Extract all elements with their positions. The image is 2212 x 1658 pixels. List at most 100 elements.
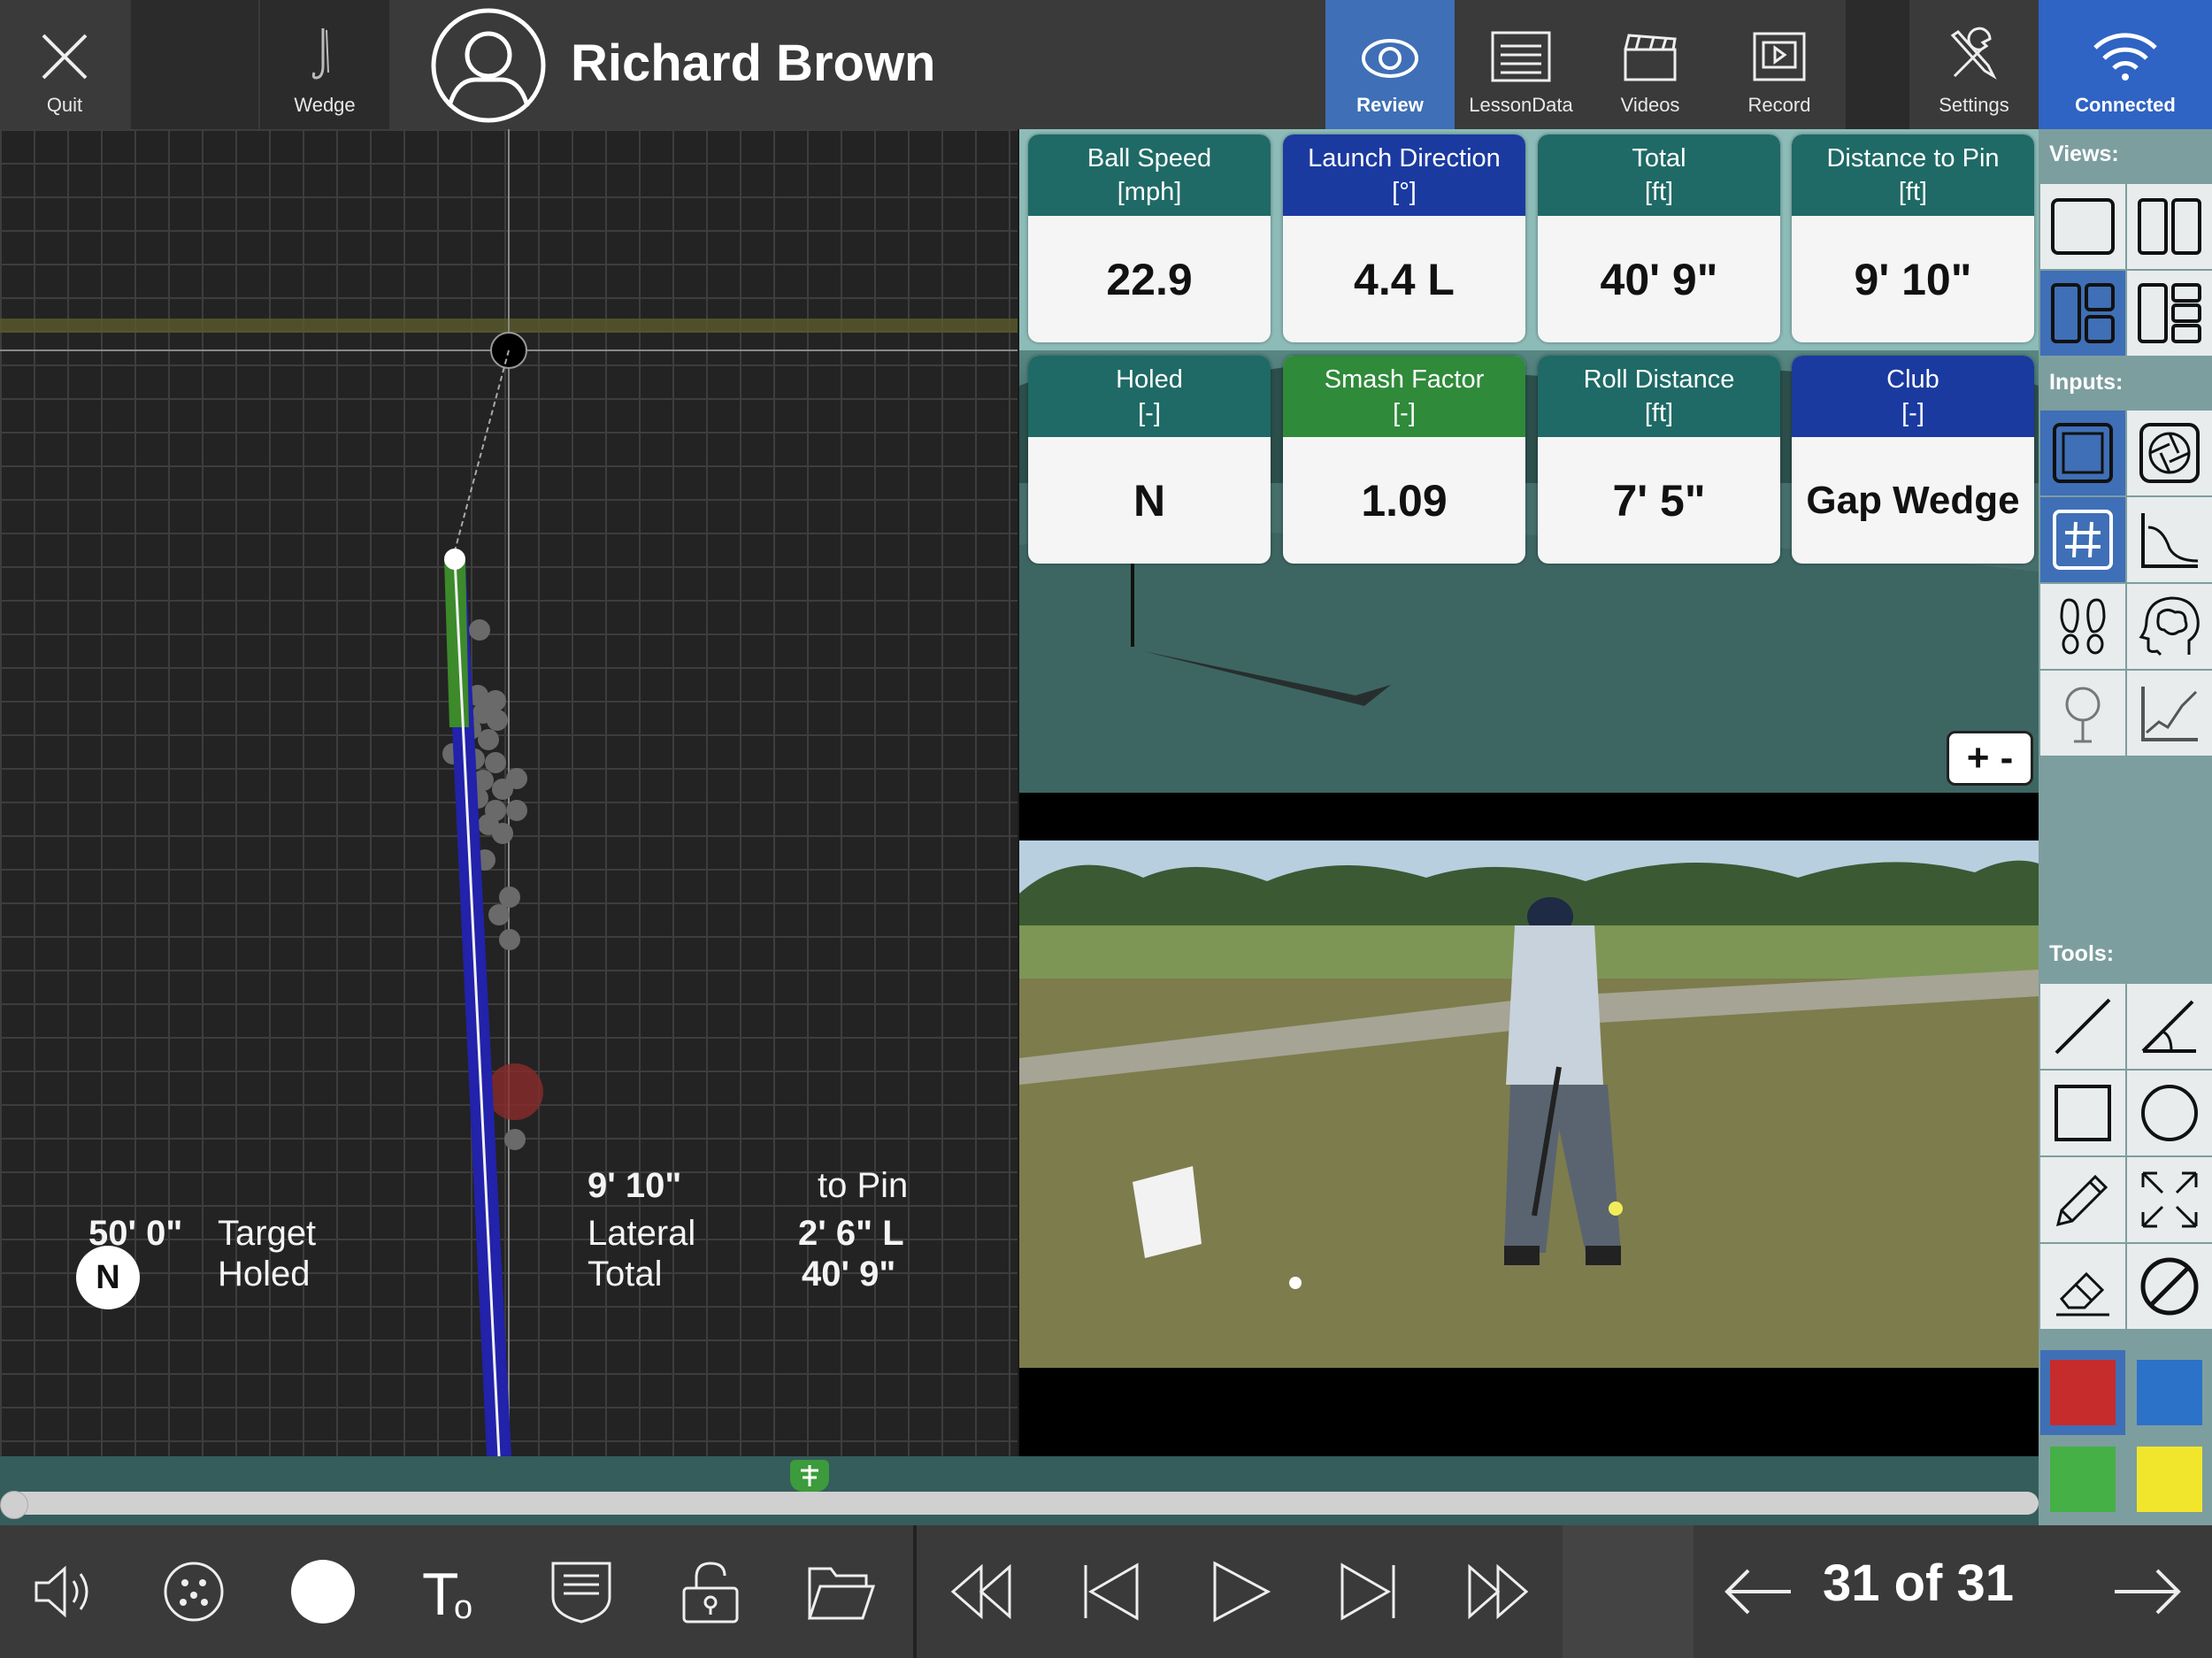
input-grid-button[interactable]: [2040, 497, 2125, 582]
tools-title: Tools:: [2049, 941, 2115, 966]
golf-ball-icon: [164, 1562, 224, 1622]
timeline-scrubber[interactable]: [7, 1492, 2039, 1515]
audio-button[interactable]: [0, 1525, 129, 1658]
single-view-icon: [2051, 198, 2115, 255]
metric-unit: [-]: [1138, 399, 1161, 427]
metric-unit: [-]: [1393, 399, 1416, 427]
metric-name: Launch Direction: [1308, 144, 1501, 173]
club-button[interactable]: Wedge: [260, 0, 389, 129]
tool-circle-button[interactable]: [2127, 1071, 2212, 1155]
input-footprint-button[interactable]: [2040, 584, 2125, 669]
play-button[interactable]: [1175, 1525, 1304, 1658]
input-curve-button[interactable]: [2127, 497, 2212, 582]
to-pin-value: 9' 10": [588, 1166, 682, 1205]
eye-icon: [1362, 39, 1418, 78]
fast-rewind-button[interactable]: [917, 1525, 1046, 1658]
review-button[interactable]: Review: [1325, 0, 1455, 129]
tool-clear-button[interactable]: [2127, 1244, 2212, 1329]
view-single-button[interactable]: [2040, 184, 2125, 269]
tool-rectangle-button[interactable]: [2040, 1071, 2125, 1155]
inputs-title: Inputs:: [2049, 370, 2124, 395]
color-swatch-green-cell[interactable]: [2040, 1437, 2125, 1522]
color-swatch-yellow-cell[interactable]: [2127, 1437, 2212, 1522]
avatar[interactable]: [430, 7, 547, 124]
text-size-button[interactable]: To: [388, 1525, 517, 1658]
metric-tile[interactable]: Club [-] Gap Wedge: [1792, 356, 2034, 564]
fast-forward-button[interactable]: [1433, 1525, 1563, 1658]
input-camera-frame-button[interactable]: [2040, 411, 2125, 495]
document-icon: [1491, 31, 1551, 82]
metric-tile[interactable]: Holed [-] N: [1028, 356, 1271, 564]
metric-value: 9' 10": [1854, 254, 1972, 304]
view-four-right-button[interactable]: [2127, 271, 2212, 356]
metric-name: Ball Speed: [1087, 144, 1212, 173]
lateral-label: Lateral: [588, 1214, 696, 1253]
metric-unit: [mph]: [1117, 178, 1182, 206]
input-camera-button[interactable]: [2127, 411, 2212, 495]
notes-button[interactable]: [517, 1525, 646, 1658]
color-swatch-green: [2050, 1447, 2116, 1512]
timeline-bar: [0, 1456, 2039, 1525]
holed-badge: N: [76, 1246, 140, 1309]
expand-arrows-icon: [2141, 1171, 2198, 1228]
input-chart-button[interactable]: [2127, 671, 2212, 756]
shot-tracer-grid[interactable]: 50' 0" Target N Holed 9' 10" to Pin Late…: [0, 129, 1018, 1456]
metric-value: 7' 5": [1612, 475, 1706, 526]
hole-zone: [487, 1063, 543, 1120]
metric-value: 40' 9": [1600, 254, 1718, 304]
input-club-button[interactable]: [2040, 671, 2125, 756]
tool-expand-button[interactable]: [2127, 1157, 2212, 1242]
skip-forward-icon: [1340, 1562, 1395, 1621]
view-three-left-button[interactable]: [2040, 271, 2125, 356]
metric-tile[interactable]: Roll Distance [ft] 7' 5": [1538, 356, 1780, 564]
shot-counter: 31 of 31: [1823, 1554, 2014, 1612]
metric-tile[interactable]: Total [ft] 40' 9": [1538, 134, 1780, 342]
step-forward-button[interactable]: [1304, 1525, 1433, 1658]
metric-tile-header: Total [ft]: [1538, 134, 1780, 216]
view-split-button[interactable]: [2127, 184, 2212, 269]
lock-button[interactable]: [646, 1525, 775, 1658]
wedge-club-icon: [311, 28, 329, 80]
step-back-button[interactable]: [1046, 1525, 1175, 1658]
settings-button[interactable]: Settings: [1909, 0, 2039, 129]
quit-button[interactable]: Quit: [0, 0, 129, 129]
quit-label: Quit: [46, 94, 83, 116]
color-swatch-red-cell[interactable]: [2040, 1350, 2125, 1435]
connection-button[interactable]: Connected: [2039, 0, 2212, 129]
marker-flag-icon: [801, 1465, 818, 1486]
videos-button[interactable]: Videos: [1586, 0, 1715, 129]
blank-toolbar-slot-2: [1846, 0, 1909, 129]
ball-marker: [444, 549, 465, 570]
metric-unit: [ft]: [1644, 399, 1674, 427]
views-title: Views:: [2049, 142, 2119, 166]
metric-tile[interactable]: Distance to Pin [ft] 9' 10": [1792, 134, 2034, 342]
open-folder-button[interactable]: [775, 1525, 904, 1658]
metric-tile[interactable]: Launch Direction [°] 4.4 L: [1283, 134, 1525, 342]
tool-angle-button[interactable]: [2127, 984, 2212, 1069]
input-brain-button[interactable]: [2127, 584, 2212, 669]
arrow-left-icon: [1724, 1569, 1791, 1615]
unlock-icon: [682, 1562, 739, 1623]
tool-eraser-button[interactable]: [2040, 1244, 2125, 1329]
ball-tracking-button[interactable]: [129, 1525, 258, 1658]
ball-toggle-button[interactable]: [258, 1525, 388, 1658]
swing-video-view[interactable]: [1019, 793, 2039, 1456]
lateral-value: 2' 6" L: [798, 1214, 904, 1253]
color-swatch-blue-cell[interactable]: [2127, 1350, 2212, 1435]
lessondata-button[interactable]: LessonData: [1456, 0, 1586, 129]
zoom-plus-minus-button[interactable]: + -: [1947, 731, 2033, 786]
next-shot-button[interactable]: [2083, 1525, 2212, 1658]
record-button[interactable]: Record: [1715, 0, 1844, 129]
ball-to-pin-line: [452, 349, 510, 558]
line-tool-icon: [2055, 998, 2111, 1055]
tool-pencil-button[interactable]: [2040, 1157, 2125, 1242]
tool-line-button[interactable]: [2040, 984, 2125, 1069]
metric-tile[interactable]: Ball Speed [mph] 22.9: [1028, 134, 1271, 342]
timeline-event-marker[interactable]: [790, 1460, 829, 1492]
previous-shot-button[interactable]: [1694, 1525, 1823, 1658]
timeline-handle[interactable]: [0, 1491, 28, 1519]
arrow-right-icon: [2115, 1569, 2181, 1615]
metric-value: Gap Wedge: [1806, 478, 2020, 522]
metric-tile[interactable]: Smash Factor [-] 1.09: [1283, 356, 1525, 564]
prohibited-icon: [2140, 1257, 2199, 1316]
